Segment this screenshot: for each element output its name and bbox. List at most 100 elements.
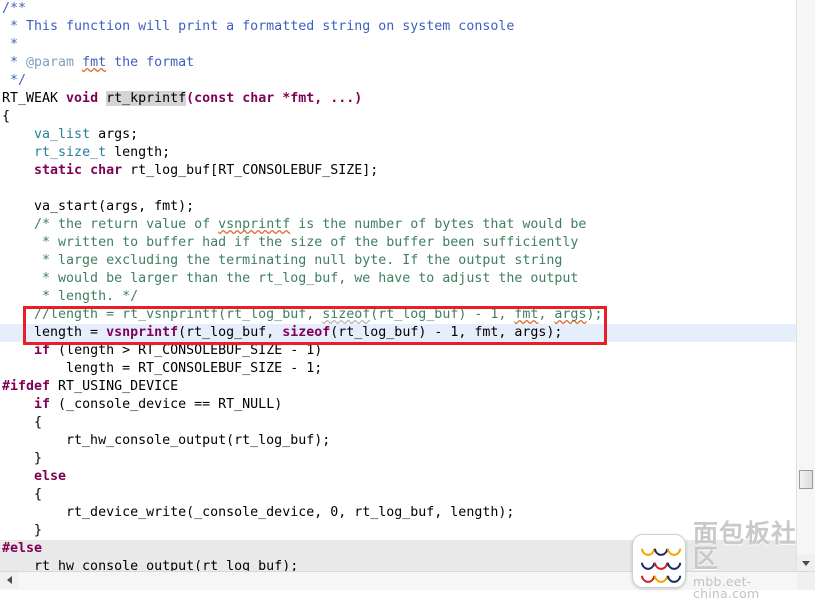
- code-line[interactable]: #else: [0, 540, 797, 558]
- scroll-left-arrow-button[interactable]: [0, 572, 18, 589]
- code-line[interactable]: * would be larger than the rt_log_buf, w…: [0, 270, 797, 288]
- code-token: * would be larger than the rt_log_buf, w…: [2, 271, 579, 286]
- code-token: args: [554, 307, 587, 322]
- code-token: //length = rt_vsnprintf(rt_log_buf,: [2, 307, 323, 322]
- code-token: );: [586, 307, 603, 322]
- code-line[interactable]: length = vsnprintf(rt_log_buf, sizeof(rt…: [0, 324, 797, 342]
- code-token: RT_USING_DEVICE: [50, 379, 179, 394]
- code-token: * large excluding the terminating null b…: [2, 253, 563, 268]
- horizontal-scrollbar[interactable]: [0, 571, 815, 590]
- code-line[interactable]: rt_size_t length;: [0, 144, 797, 162]
- code-editor-surface[interactable]: /** * This function will print a formatt…: [0, 0, 797, 572]
- code-token: char: [90, 163, 123, 178]
- code-line[interactable]: /**: [0, 0, 797, 18]
- code-token: static: [34, 163, 83, 178]
- code-token: if: [34, 397, 51, 412]
- code-token: rt_log_buf[RT_CONSOLEBUF_SIZE];: [122, 163, 379, 178]
- code-line[interactable]: if (_console_device == RT_NULL): [0, 396, 797, 414]
- code-token: #else: [2, 541, 43, 556]
- code-token: fmt: [514, 307, 539, 322]
- code-token: RT_WEAK: [2, 91, 67, 106]
- code-line[interactable]: {: [0, 414, 797, 432]
- code-token: sizeof: [282, 325, 331, 340]
- code-token: length =: [2, 325, 107, 340]
- code-token: /* the return value of: [2, 217, 219, 232]
- code-token: (rt_log_buf) - 1, fmt, args);: [330, 325, 563, 340]
- code-token: rt_device_write(_console_device, 0, rt_l…: [2, 505, 515, 520]
- code-token: #ifdef: [2, 379, 51, 394]
- code-token: /**: [2, 1, 27, 16]
- code-line[interactable]: static char rt_log_buf[RT_CONSOLEBUF_SIZ…: [0, 162, 797, 180]
- code-token: *fmt, ...): [274, 91, 363, 106]
- code-line[interactable]: }: [0, 450, 797, 468]
- code-token: sizeof: [322, 307, 371, 322]
- chevron-down-icon: [802, 561, 810, 566]
- code-line[interactable]: * This function will print a formatted s…: [0, 18, 797, 36]
- code-line[interactable]: * large excluding the terminating null b…: [0, 252, 797, 270]
- code-token: rt_size_t: [34, 145, 107, 160]
- code-line[interactable]: rt_hw_console_output(rt_log_buf);: [0, 432, 797, 450]
- code-line[interactable]: else: [0, 468, 797, 486]
- code-token: rt_hw_console_output(rt_log_buf);: [2, 433, 331, 448]
- code-line[interactable]: * @param fmt the format: [0, 54, 797, 72]
- code-line[interactable]: *: [0, 36, 797, 54]
- code-token: const: [194, 91, 235, 106]
- code-token: (rt_log_buf) - 1,: [370, 307, 515, 322]
- code-token: ,: [538, 307, 555, 322]
- code-line[interactable]: #ifdef RT_USING_DEVICE: [0, 378, 797, 396]
- scroll-down-arrow-button[interactable]: [797, 554, 815, 572]
- code-token: length = RT_CONSOLEBUF_SIZE - 1;: [2, 361, 323, 376]
- code-line[interactable]: {: [0, 108, 797, 126]
- code-line[interactable]: * length. */: [0, 288, 797, 306]
- code-token: char: [242, 91, 275, 106]
- code-line[interactable]: [0, 180, 797, 198]
- code-token: }: [2, 451, 43, 466]
- code-line[interactable]: */: [0, 72, 797, 90]
- code-line[interactable]: va_start(args, fmt);: [0, 198, 797, 216]
- code-line[interactable]: * written to buffer had if the size of t…: [0, 234, 797, 252]
- code-token: args;: [90, 127, 139, 142]
- code-token: (rt_log_buf,: [178, 325, 283, 340]
- vertical-scrollbar-thumb[interactable]: [799, 470, 813, 489]
- code-line[interactable]: /* the return value of vsnprintf is the …: [0, 216, 797, 234]
- code-token: (length > RT_CONSOLEBUF_SIZE - 1): [50, 343, 323, 358]
- code-line[interactable]: RT_WEAK void rt_kprintf(const char *fmt,…: [0, 90, 797, 108]
- code-token: @param: [26, 55, 75, 70]
- code-line[interactable]: {: [0, 486, 797, 504]
- code-token: va_start(args, fmt);: [2, 199, 195, 214]
- code-line[interactable]: }: [0, 522, 797, 540]
- code-line[interactable]: va_list args;: [0, 126, 797, 144]
- code-line[interactable]: rt_device_write(_console_device, 0, rt_l…: [0, 504, 797, 522]
- code-token: {: [2, 415, 43, 430]
- code-line[interactable]: //length = rt_vsnprintf(rt_log_buf, size…: [0, 306, 797, 324]
- code-token: rt_kprintf: [106, 91, 187, 106]
- code-token: * This function will print a formatted s…: [2, 19, 515, 34]
- code-token: vsnprintf: [218, 217, 291, 232]
- code-token: (: [186, 91, 195, 106]
- scrollbar-corner: [797, 572, 815, 590]
- code-line[interactable]: rt_hw_console_output(rt_log_buf);: [0, 558, 797, 572]
- code-token: {: [2, 109, 11, 124]
- code-line[interactable]: if (length > RT_CONSOLEBUF_SIZE - 1): [0, 342, 797, 360]
- code-lines-container: /** * This function will print a formatt…: [0, 0, 797, 572]
- code-token: *: [2, 55, 27, 70]
- code-token: }: [2, 523, 43, 538]
- code-token: is the number of bytes that would be: [290, 217, 587, 232]
- code-token: */: [2, 73, 27, 88]
- code-token: *: [2, 37, 19, 52]
- chevron-left-icon: [7, 576, 12, 584]
- code-token: length;: [106, 145, 171, 160]
- code-line[interactable]: length = RT_CONSOLEBUF_SIZE - 1;: [0, 360, 797, 378]
- code-token: else: [34, 469, 67, 484]
- code-token: fmt: [82, 55, 107, 70]
- vertical-scrollbar[interactable]: [796, 0, 815, 572]
- code-token: vsnprintf: [106, 325, 179, 340]
- code-token: * written to buffer had if the size of t…: [2, 235, 579, 250]
